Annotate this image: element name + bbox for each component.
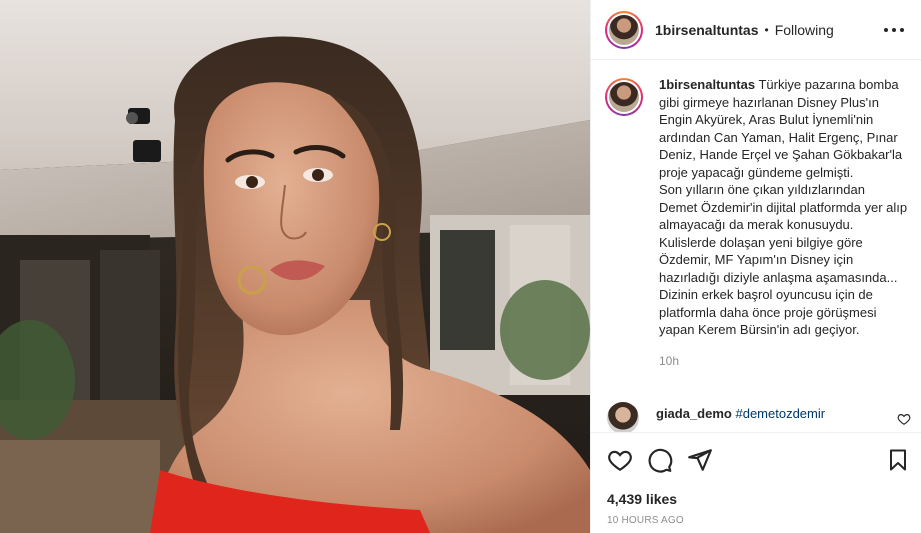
post-side-panel: 1birsenaltuntas • Following 1birsenaltun…	[590, 0, 921, 533]
likes-count[interactable]: 4,439 likes	[607, 491, 677, 507]
comment-item: giada_demo #demetozdemir	[607, 402, 912, 432]
caption-line: Son yılların öne çıkan yıldızlarından	[659, 182, 865, 197]
header-username[interactable]: 1birsenaltuntas	[655, 22, 758, 38]
caption-avatar[interactable]	[605, 78, 643, 116]
post-actions: 4,439 likes 10 HOURS AGO	[591, 432, 921, 533]
post-date[interactable]: 10 HOURS AGO	[607, 515, 684, 526]
caption: 1birsenaltuntas Türkiye pazarına bomba g…	[605, 76, 915, 406]
header-separator: •	[764, 22, 769, 37]
comment-avatar[interactable]	[607, 402, 639, 432]
instagram-post: 1birsenaltuntas • Following 1birsenaltun…	[0, 0, 921, 533]
post-photo[interactable]	[0, 0, 590, 533]
portrait-illustration	[0, 0, 590, 533]
comment-icon[interactable]	[647, 447, 673, 473]
avatar[interactable]	[605, 10, 643, 49]
caption-text: Türkiye pazarına bomba gibi girmeye hazı…	[659, 77, 903, 180]
comment-hashtag[interactable]: #demetozdemir	[735, 406, 825, 421]
caption-line: Demet Özdemir'in dijital platformda yer …	[659, 199, 908, 233]
more-horizontal-icon[interactable]	[884, 20, 904, 40]
caption-body: 1birsenaltuntas Türkiye pazarına bomba g…	[659, 76, 915, 406]
post-header: 1birsenaltuntas • Following	[591, 0, 921, 60]
heart-outline-icon[interactable]	[897, 412, 911, 426]
send-icon[interactable]	[687, 447, 713, 473]
heart-icon[interactable]	[607, 447, 633, 473]
following-button[interactable]: Following	[775, 22, 834, 38]
bookmark-icon[interactable]	[886, 447, 910, 473]
caption-line: Kulislerde dolaşan yeni bilgiye göre Özd…	[659, 234, 898, 285]
caption-time[interactable]: 10h	[659, 353, 915, 371]
caption-line: Dizinin erkek başrol oyuncusu için de pl…	[659, 287, 877, 337]
caption-username[interactable]: 1birsenaltuntas	[659, 77, 755, 92]
comment-username[interactable]: giada_demo	[656, 406, 732, 421]
